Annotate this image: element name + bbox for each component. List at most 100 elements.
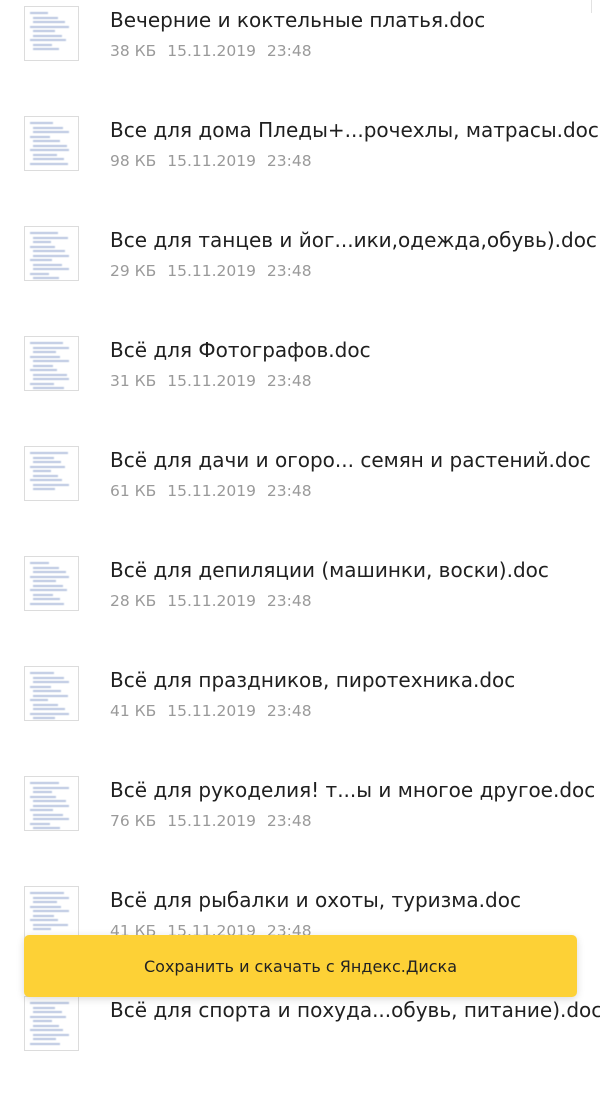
thumbnail-text-line (33, 910, 69, 912)
file-name: Всё для рукоделия! т...ы и многое другое… (110, 778, 596, 802)
thumbnail-text-line (33, 1006, 55, 1009)
thumbnail-text-line (33, 717, 55, 719)
thumbnail-text-line (30, 245, 55, 248)
thumbnail-text-line (33, 387, 64, 389)
thumbnail-text-line (33, 254, 69, 257)
file-date: 15.11.2019 (167, 592, 256, 610)
thumbnail-text-line (33, 461, 61, 463)
thumbnail-text-line (30, 25, 69, 28)
file-size: 76 КБ (110, 812, 157, 830)
file-row[interactable]: Всё для спорта и похуда...обувь, питание… (0, 989, 600, 1099)
thumbnail-text-line (30, 562, 49, 564)
file-size: 31 КБ (110, 372, 157, 390)
thumbnail-text-line (33, 827, 60, 829)
thumbnail-text-line (33, 813, 63, 816)
thumbnail-text-line (33, 263, 62, 266)
thumbnail-text-line (33, 378, 69, 380)
file-name: Всё для спорта и похуда...обувь, питание… (110, 998, 600, 1022)
file-row[interactable]: Вечерние и коктельные платья.doc 38 КБ 1… (0, 0, 600, 109)
thumbnail-text-line (33, 236, 68, 239)
thumbnail-text-line (33, 144, 67, 147)
thumbnail-text-line (33, 681, 69, 683)
file-row[interactable]: Всё для дачи и огоро... семян и растений… (0, 439, 600, 549)
thumbnail-text-line (33, 277, 59, 279)
file-meta: 61 КБ 15.11.2019 23:48 (110, 481, 318, 501)
file-size: 38 КБ (110, 42, 157, 60)
thumbnail-text-line (33, 364, 53, 367)
file-time: 23:48 (266, 482, 312, 500)
file-row[interactable]: Всё для депиляции (машинки, воски).doc 2… (0, 549, 600, 659)
thumbnail-text-line (33, 703, 58, 706)
file-time: 23:48 (266, 702, 312, 720)
thumbnail-text-line (30, 1042, 60, 1045)
file-time: 23:48 (266, 592, 312, 610)
thumbnail-text-line (30, 465, 65, 468)
file-row[interactable]: Все для дома Пледы+...рочехлы, матрасы.d… (0, 109, 600, 219)
thumbnail-text-line (30, 712, 69, 715)
file-size: 98 КБ (110, 152, 157, 170)
thumbnail-text-line (30, 232, 58, 234)
file-size: 29 КБ (110, 262, 157, 280)
document-thumbnail-icon (24, 226, 79, 281)
thumbnail-text-line (33, 48, 59, 50)
thumbnail-text-line (30, 12, 48, 14)
thumbnail-text-line (30, 685, 51, 688)
document-thumbnail-icon (24, 556, 79, 611)
thumbnail-text-line (33, 690, 61, 692)
thumbnail-text-line (30, 122, 53, 124)
thumbnail-text-line (33, 250, 65, 252)
thumbnail-text-line (33, 1033, 69, 1036)
file-meta: 28 КБ 15.11.2019 23:48 (110, 591, 318, 611)
thumbnail-text-line (30, 369, 57, 371)
file-time: 23:48 (266, 262, 312, 280)
thumbnail-text-line (33, 351, 56, 353)
thumbnail-text-line (33, 373, 67, 376)
thumbnail-text-line (33, 694, 68, 697)
file-row[interactable]: Всё для Фотографов.doc 31 КБ 15.11.2019 … (0, 329, 600, 439)
file-name: Всё для праздников, пиротехника.doc (110, 668, 516, 692)
thumbnail-text-line (33, 676, 64, 679)
file-name: Всё для Фотографов.doc (110, 338, 371, 362)
file-row[interactable]: Все для танцев и йог...ики,одежда,обувь)… (0, 219, 600, 329)
file-name: Все для танцев и йог...ики,одежда,обувь)… (110, 228, 597, 252)
file-row[interactable]: Всё для праздников, пиротехника.doc 41 К… (0, 659, 600, 769)
document-thumbnail-icon (24, 6, 79, 61)
thumbnail-text-line (33, 158, 64, 160)
thumbnail-text-line (30, 162, 68, 165)
thumbnail-text-line (30, 452, 68, 454)
file-date: 15.11.2019 (167, 482, 256, 500)
thumbnail-text-line (30, 905, 61, 908)
thumbnail-text-line (33, 241, 51, 243)
thumbnail-text-line (30, 782, 59, 784)
thumbnail-text-line (30, 382, 54, 385)
document-thumbnail-icon (24, 116, 79, 171)
thumbnail-text-line (33, 708, 65, 710)
thumbnail-text-line (30, 699, 48, 701)
file-time: 23:48 (266, 372, 312, 390)
save-and-download-button[interactable]: Сохранить и скачать с Яндекс.Диска (24, 935, 577, 997)
thumbnail-text-line (30, 822, 50, 825)
file-date: 15.11.2019 (167, 702, 256, 720)
file-row[interactable]: Всё для рукоделия! т...ы и многое другое… (0, 769, 600, 879)
thumbnail-text-line (30, 135, 50, 138)
file-time: 23:48 (266, 152, 312, 170)
thumbnail-text-line (30, 39, 66, 41)
thumbnail-text-line (33, 901, 57, 903)
thumbnail-text-line (33, 470, 51, 472)
thumbnail-text-line (33, 566, 59, 569)
file-time: 23:48 (266, 812, 312, 830)
thumbnail-text-line (33, 593, 53, 596)
thumbnail-text-line (33, 804, 69, 807)
thumbnail-text-line (33, 268, 69, 270)
thumbnail-text-line (33, 456, 54, 459)
thumbnail-text-line (30, 1015, 66, 1018)
thumbnail-text-line (33, 791, 52, 793)
document-thumbnail-icon (24, 886, 79, 941)
thumbnail-text-line (33, 488, 55, 490)
thumbnail-text-line (33, 474, 58, 477)
thumbnail-text-line (30, 809, 53, 811)
thumbnail-text-line (33, 584, 63, 587)
thumbnail-text-line (33, 483, 69, 486)
file-meta: 31 КБ 15.11.2019 23:48 (110, 371, 318, 391)
thumbnail-text-line (30, 672, 54, 674)
